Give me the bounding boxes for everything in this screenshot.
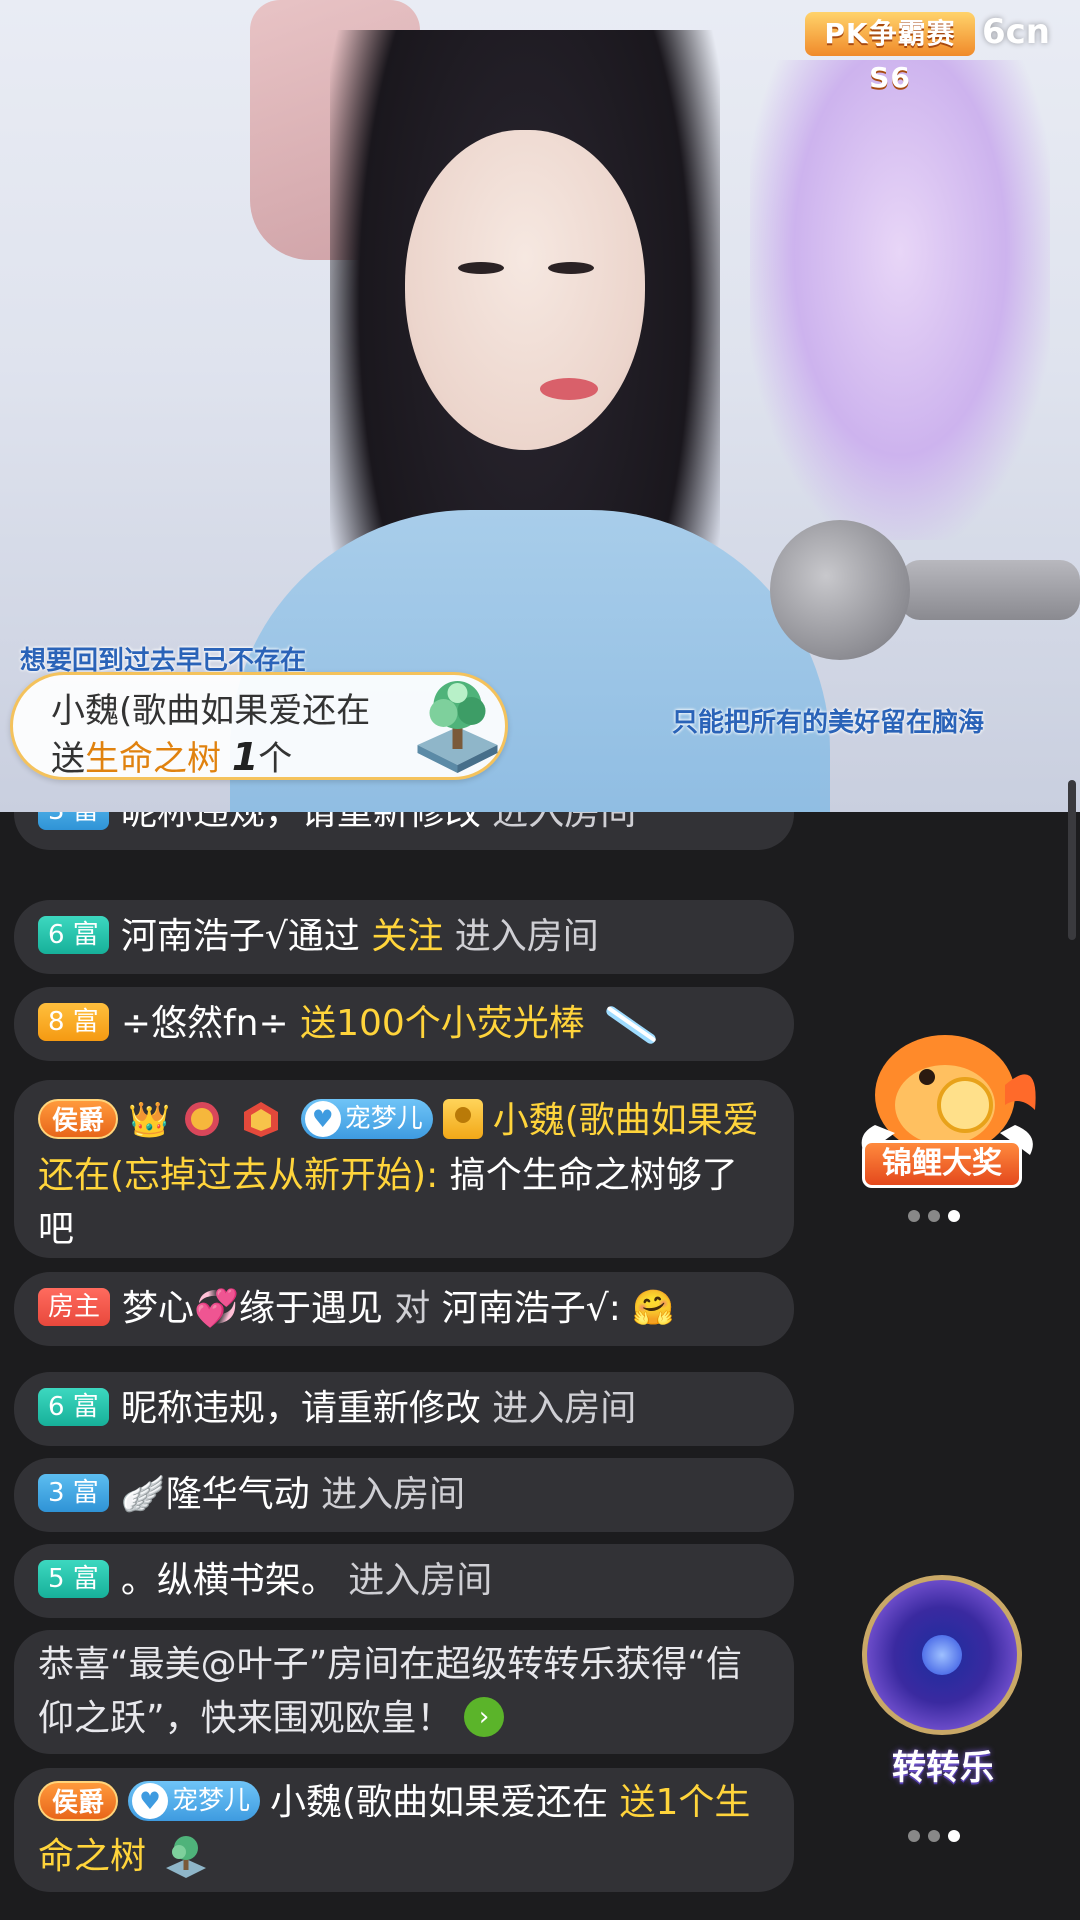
chat-action: 进入房间: [492, 812, 637, 833]
live-room-screen: PK争霸赛S6 6cn 想要回到过去早已不存在 只能把所有的美好留在脑海 小魏(…: [0, 0, 1080, 1920]
chat-connector: 对: [394, 1288, 431, 1329]
noble-rank-badge: 侯爵: [38, 1781, 119, 1821]
chat-username[interactable]: 河南浩子√通过: [121, 916, 360, 957]
koi-prize-label[interactable]: 锦鲤大奖: [862, 1140, 1022, 1188]
level-5-medal-icon: [184, 1102, 219, 1136]
gift-name: 生命之树: [85, 739, 221, 779]
background-dress: [750, 60, 1050, 540]
announcement-text: 恭喜“最美@叶子”房间在超级转转乐获得“信仰之跃”，快来围观欧皇！: [38, 1644, 742, 1739]
gift-unit: 个: [258, 739, 293, 779]
chat-username[interactable]: 梦心💞缘于遇见: [122, 1288, 383, 1329]
wealth-level-badge: 8 富: [38, 1003, 109, 1041]
noble-rank-badge: 侯爵: [38, 1099, 119, 1139]
heart-icon: ♥: [132, 1783, 169, 1819]
streamer-face: [405, 130, 645, 450]
tree-of-life-gift-icon: [417, 681, 498, 773]
lyric-line-2: 只能把所有的美好留在脑海: [672, 708, 985, 738]
chat-action: 进入房间: [492, 1388, 637, 1429]
carousel-dot: [908, 1210, 920, 1222]
carousel-dot-active: [948, 1210, 960, 1222]
chat-message[interactable]: 3 富昵称违规，请重新修改 进入房间: [14, 812, 794, 850]
carousel-dot: [908, 1830, 920, 1842]
wealth-level-badge: 3 富: [38, 812, 109, 830]
room-owner-badge: 房主: [38, 1288, 111, 1326]
streamer-mouth: [540, 378, 598, 400]
fan-club-badge: ♥ 宠梦儿: [128, 1781, 261, 1821]
chat-target[interactable]: 河南浩子√:: [442, 1288, 621, 1329]
gift-highlight: 送100个小荧光棒: [300, 1003, 585, 1044]
chat-message[interactable]: 6 富河南浩子√通过 关注 进入房间: [14, 900, 794, 974]
chat-username[interactable]: 。纵横书架。: [121, 1560, 337, 1601]
wealth-level-badge: 3 富: [38, 1474, 109, 1512]
treasure-box-icon: [244, 1102, 279, 1137]
carousel-dots: [908, 1827, 972, 1842]
tree-of-life-gift-icon: [166, 1836, 207, 1878]
system-announcement[interactable]: 恭喜“最美@叶子”房间在超级转转乐获得“信仰之跃”，快来围观欧皇！ ›: [14, 1630, 794, 1754]
hug-emoji-icon: 🤗: [632, 1288, 675, 1328]
spin-wheel-label[interactable]: 转转乐: [868, 1740, 1018, 1789]
gift-sender: 小魏(歌曲如果爱还在: [51, 691, 371, 731]
spin-wheel-core: [922, 1635, 962, 1675]
streamer-eye: [458, 262, 504, 274]
gift-count: 1: [231, 735, 259, 779]
chat-username[interactable]: 昵称违规，请重新修改: [121, 1388, 481, 1429]
follow-highlight: 关注: [371, 916, 444, 957]
carousel-dot-active: [948, 1830, 960, 1842]
microphone: [770, 520, 910, 660]
mic-arm: [900, 560, 1080, 620]
chat-username[interactable]: 昵称违规，请重新修改: [121, 812, 481, 833]
site-logo: 6cn: [982, 12, 1051, 52]
chat-action: 进入房间: [348, 1560, 493, 1601]
carousel-dot: [928, 1210, 940, 1222]
chat-action: 进入房间: [454, 916, 599, 957]
wealth-level-badge: 6 富: [38, 916, 109, 954]
chat-username[interactable]: 🪽隆华气动: [121, 1474, 310, 1515]
carousel-dot: [928, 1830, 940, 1842]
go-arrow-icon[interactable]: ›: [464, 1697, 505, 1737]
chat-message[interactable]: 5 富。纵横书架。 进入房间: [14, 1544, 794, 1618]
fan-club-name: 宠梦儿: [172, 1786, 251, 1816]
heart-icon: ♥: [304, 1101, 341, 1137]
gift-send-prefix: 送: [51, 739, 85, 779]
live-video-stream[interactable]: PK争霸赛S6 6cn 想要回到过去早已不存在 只能把所有的美好留在脑海 小魏(…: [0, 0, 1080, 812]
chat-message[interactable]: 侯爵 👑 ♥ 宠梦儿 小魏(歌曲如果爱还在(忘掉过去从新开始): 搞个生命之树够了吧: [14, 1080, 794, 1258]
chat-username[interactable]: ÷悠然fn÷: [121, 1003, 289, 1044]
chat-action: 进入房间: [321, 1474, 466, 1515]
chat-message[interactable]: 8 富 ÷悠然fn÷ 送100个小荧光棒: [14, 987, 794, 1061]
fan-club-badge: ♥ 宠梦儿: [300, 1099, 433, 1139]
chat-message[interactable]: 侯爵 ♥ 宠梦儿 小魏(歌曲如果爱还在 送1个生命之树: [14, 1768, 794, 1892]
profile-badge-icon: [442, 1099, 483, 1139]
fan-club-name: 宠梦儿: [344, 1104, 423, 1134]
chat-scrollbar[interactable]: [1068, 780, 1076, 940]
chat-message[interactable]: 3 富 🪽隆华气动 进入房间: [14, 1458, 794, 1532]
chat-message[interactable]: 房主 梦心💞缘于遇见 对 河南浩子√: 🤗: [14, 1272, 794, 1346]
glow-stick-icon: [606, 1006, 656, 1044]
carousel-dots: [908, 1207, 972, 1222]
streamer-eye: [548, 262, 594, 274]
pk-event-logo: PK争霸赛S6: [805, 12, 975, 94]
wealth-level-badge: 6 富: [38, 1388, 109, 1426]
crown-icon: 👑: [128, 1100, 171, 1140]
chat-username[interactable]: 小魏(歌曲如果爱还在: [270, 1782, 608, 1823]
chat-message[interactable]: 6 富昵称违规，请重新修改 进入房间: [14, 1372, 794, 1446]
wealth-level-badge: 5 富: [38, 1560, 109, 1598]
gift-line: 送生命之树 1个: [51, 731, 292, 780]
